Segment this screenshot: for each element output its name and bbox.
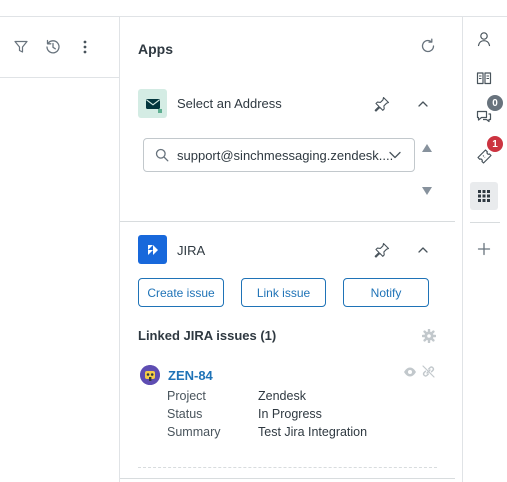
- gear-icon[interactable]: [421, 328, 437, 344]
- apps-title: Apps: [138, 41, 173, 57]
- apps-grid-icon[interactable]: [470, 182, 498, 210]
- refresh-icon[interactable]: [420, 38, 438, 56]
- right-rail: 0 1: [462, 17, 507, 482]
- field-label: Summary: [167, 425, 221, 439]
- link-issue-button[interactable]: Link issue: [241, 278, 326, 307]
- linked-issues-title: Linked JIRA issues (1): [138, 328, 277, 343]
- knowledge-book-icon[interactable]: [470, 64, 498, 92]
- field-value: In Progress: [258, 407, 322, 421]
- issue-avatar: [140, 365, 160, 385]
- field-value: Zendesk: [258, 389, 306, 403]
- unlink-icon[interactable]: [422, 365, 435, 378]
- section-divider: [120, 478, 455, 479]
- address-app-logo: [138, 89, 167, 118]
- scroll-down-arrow-icon[interactable]: [421, 184, 433, 195]
- eye-icon[interactable]: [403, 366, 417, 378]
- search-icon: [155, 148, 169, 162]
- issue-field-row: Status In Progress: [167, 405, 367, 423]
- create-issue-button[interactable]: Create issue: [138, 278, 224, 307]
- conversations-badge: 0: [487, 95, 503, 111]
- history-icon[interactable]: [44, 38, 62, 56]
- jira-app-logo: [138, 235, 167, 264]
- filter-icon[interactable]: [12, 38, 30, 56]
- chevron-up-icon[interactable]: [416, 97, 430, 111]
- field-label: Project: [167, 389, 206, 403]
- conversations-icon[interactable]: 0: [470, 95, 503, 131]
- pin-icon[interactable]: [374, 242, 390, 258]
- address-app-name: Select an Address: [177, 96, 282, 111]
- issue-key-link[interactable]: ZEN-84: [168, 368, 213, 383]
- issue-fields: Project Zendesk Status In Progress Summa…: [167, 387, 367, 441]
- section-divider: [120, 221, 455, 222]
- chevron-down-icon: [389, 151, 401, 159]
- more-vertical-icon[interactable]: [76, 38, 94, 56]
- address-select-value: support@sinchmessaging.zendesk....: [177, 147, 394, 163]
- rail-divider: [470, 222, 500, 223]
- notify-button[interactable]: Notify: [343, 278, 429, 307]
- left-toolbar: [0, 17, 119, 78]
- dashed-divider: [138, 467, 437, 468]
- user-icon[interactable]: [470, 25, 498, 53]
- left-pane: [0, 17, 120, 482]
- pin-icon[interactable]: [374, 96, 390, 112]
- tickets-badge: 1: [487, 136, 503, 152]
- jira-app-name: JIRA: [177, 243, 206, 258]
- address-select[interactable]: support@sinchmessaging.zendesk....: [143, 138, 415, 172]
- field-value: Test Jira Integration: [258, 425, 368, 439]
- chevron-up-icon[interactable]: [416, 243, 430, 257]
- issue-field-row: Project Zendesk: [167, 387, 367, 405]
- scroll-up-arrow-icon[interactable]: [421, 141, 433, 152]
- ticket-icon[interactable]: 1: [470, 136, 503, 170]
- apps-panel: Apps Select an Address support@sinchmess…: [120, 17, 462, 482]
- issue-field-row: Summary Test Jira Integration: [167, 423, 367, 441]
- field-label: Status: [167, 407, 203, 421]
- add-icon[interactable]: [470, 235, 498, 263]
